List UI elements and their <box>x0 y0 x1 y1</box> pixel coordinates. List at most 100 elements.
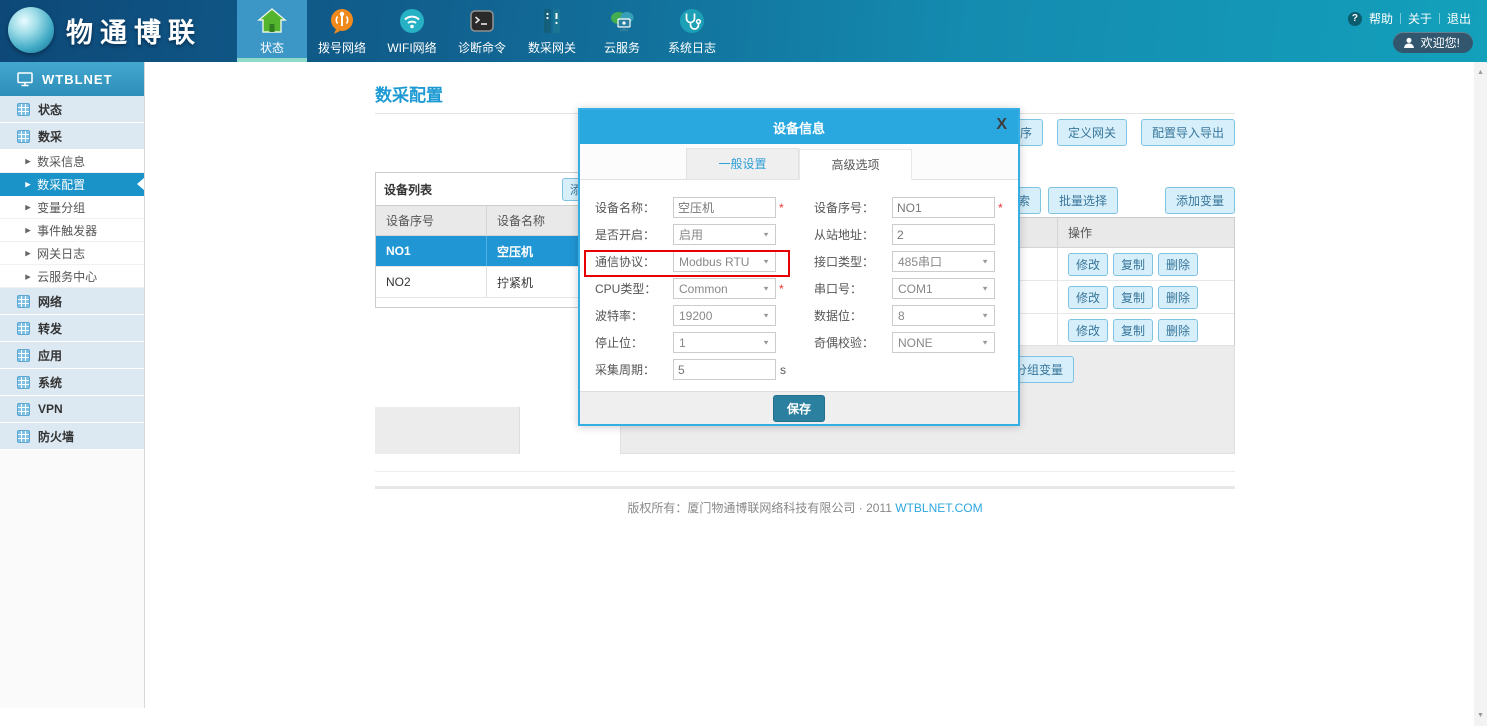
define-gateway-button[interactable]: 定义网关 <box>1057 119 1127 146</box>
logo-text: 物通博联 <box>66 11 202 50</box>
wtblnet-link[interactable]: WTBLNET.COM <box>895 501 982 515</box>
data-bits-select[interactable]: 8▼ <box>892 305 995 326</box>
save-button[interactable]: 保存 <box>773 395 825 422</box>
stop-bits-select[interactable]: 1▼ <box>673 332 776 353</box>
sidebar-item-cloud-center[interactable]: ▶云服务中心 <box>0 265 144 288</box>
sidebar-item-label: 数采配置 <box>37 176 85 193</box>
chevron-down-icon: ▼ <box>762 339 770 346</box>
cpu-type-select[interactable]: Common▼ <box>673 278 776 299</box>
scroll-down-icon[interactable]: ▼ <box>1474 709 1487 722</box>
nav-item-status[interactable]: 状态 <box>237 0 307 62</box>
sidebar-item-da-config[interactable]: ▶数采配置 <box>0 173 144 196</box>
sidebar-item-event-trigger[interactable]: ▶ 事件触发器 <box>0 219 144 242</box>
device-no-cell: NO1 <box>376 244 486 258</box>
sidebar-item-label: 应用 <box>38 347 62 364</box>
com-port-select[interactable]: COM1▼ <box>892 278 995 299</box>
page-title: 数采配置 <box>375 81 443 106</box>
copy-button[interactable]: 复制 <box>1113 253 1153 276</box>
sidebar-item-variable-group[interactable]: ▶变量分组 <box>0 196 144 219</box>
sidebar-item-data-acquisition[interactable]: 数采 <box>0 123 144 150</box>
com-port-label: 串口号： <box>814 280 892 297</box>
edit-button[interactable]: 修改 <box>1068 286 1108 309</box>
device-info-modal: 设备信息 X 一般设置 高级选项 设备名称： * 设备序号： * 是否开启： 启… <box>578 108 1020 426</box>
batch-select-button[interactable]: 批量选择 <box>1048 187 1118 214</box>
welcome-badge[interactable]: 欢迎您! <box>1393 32 1473 53</box>
sidebar-item-gateway-log[interactable]: ▶网关日志 <box>0 242 144 265</box>
vertical-scrollbar[interactable]: ▲ ▼ <box>1474 62 1487 726</box>
config-import-export-button[interactable]: 配置导入导出 <box>1141 119 1235 146</box>
gateway-icon <box>537 6 567 36</box>
select-value: 485串口 <box>898 253 942 270</box>
sidebar-item-label: 事件触发器 <box>37 222 97 239</box>
help-icon: ? <box>1348 12 1362 26</box>
protocol-select[interactable]: Modbus RTU▼ <box>673 251 776 272</box>
edit-button[interactable]: 修改 <box>1068 253 1108 276</box>
nav-label: WIFI网络 <box>387 39 436 56</box>
delete-button[interactable]: 删除 <box>1158 319 1198 342</box>
nav-item-cloud-service[interactable]: 云服务 <box>587 0 657 62</box>
grid-icon <box>17 295 30 308</box>
help-link[interactable]: 帮助 <box>1369 10 1393 27</box>
logout-link[interactable]: 退出 <box>1447 10 1471 27</box>
slave-address-field[interactable] <box>892 224 995 245</box>
required-marker: * <box>998 201 1003 215</box>
device-no-label: 设备序号： <box>814 199 892 216</box>
close-icon[interactable]: X <box>996 117 1007 133</box>
enabled-select[interactable]: 启用▼ <box>673 224 776 245</box>
sidebar-item-label: 变量分组 <box>37 199 85 216</box>
nav-label: 诊断命令 <box>458 39 506 56</box>
copy-button[interactable]: 复制 <box>1113 319 1153 342</box>
edit-button[interactable]: 修改 <box>1068 319 1108 342</box>
sidebar-item-forwarding[interactable]: 转发 <box>0 315 144 342</box>
stop-bits-label: 停止位： <box>595 334 673 351</box>
grid-icon <box>17 322 30 335</box>
select-value: Modbus RTU <box>679 255 749 269</box>
nav-item-dial-network[interactable]: 拨号网络 <box>307 0 377 62</box>
parity-select[interactable]: NONE▼ <box>892 332 995 353</box>
sidebar-item-label: 网络 <box>38 293 62 310</box>
sidebar-item-label: 系统 <box>38 374 62 391</box>
delete-button[interactable]: 删除 <box>1158 253 1198 276</box>
scroll-up-icon[interactable]: ▲ <box>1474 66 1487 79</box>
device-name-field[interactable] <box>673 197 776 218</box>
sidebar-item-da-info[interactable]: ▶数采信息 <box>0 150 144 173</box>
baud-rate-select[interactable]: 19200▼ <box>673 305 776 326</box>
device-name-label: 设备名称： <box>595 199 673 216</box>
sidebar-item-system[interactable]: 系统 <box>0 369 144 396</box>
sidebar-item-network[interactable]: 网络 <box>0 288 144 315</box>
copy-button[interactable]: 复制 <box>1113 286 1153 309</box>
nav-label: 系统日志 <box>668 39 716 56</box>
sidebar-item-vpn[interactable]: VPN <box>0 396 144 423</box>
app-logo: 物通博联 <box>8 7 202 53</box>
sidebar-header: WTBLNET <box>0 62 144 96</box>
select-value: COM1 <box>898 282 933 296</box>
separator <box>1400 13 1401 24</box>
device-no-field[interactable] <box>892 197 995 218</box>
cloud-service-icon <box>607 6 637 36</box>
table-row[interactable]: NO2 拧紧机 <box>376 267 610 298</box>
nav-item-wifi-network[interactable]: WIFI网络 <box>377 0 447 62</box>
add-variable-button[interactable]: 添加变量 <box>1165 187 1235 214</box>
slave-address-label: 从站地址： <box>814 226 892 243</box>
device-list-panel: 设备列表 添加 设备序号 设备名称 NO1 空压机 NO2 拧紧机 <box>375 172 611 308</box>
triangle-icon: ▶ <box>25 226 31 234</box>
nav-item-data-gateway[interactable]: 数采网关 <box>517 0 587 62</box>
tab-general-settings[interactable]: 一般设置 <box>686 148 799 179</box>
nav-label: 云服务 <box>604 39 640 56</box>
delete-button[interactable]: 删除 <box>1158 286 1198 309</box>
sidebar-item-firewall[interactable]: 防火墙 <box>0 423 144 450</box>
welcome-text: 欢迎您! <box>1421 34 1460 51</box>
grid-icon <box>17 349 30 362</box>
sidebar-item-application[interactable]: 应用 <box>0 342 144 369</box>
sidebar-item-status[interactable]: 状态 <box>0 96 144 123</box>
collect-period-field[interactable] <box>673 359 776 380</box>
nav-item-system-log[interactable]: 系统日志 <box>657 0 727 62</box>
nav-item-diagnostic-command[interactable]: 诊断命令 <box>447 0 517 62</box>
logo-sphere-icon <box>8 7 54 53</box>
about-link[interactable]: 关于 <box>1408 10 1432 27</box>
device-no-cell: NO2 <box>376 275 486 289</box>
grid-icon <box>17 130 30 143</box>
interface-type-select[interactable]: 485串口▼ <box>892 251 995 272</box>
table-row[interactable]: NO1 空压机 <box>376 236 610 267</box>
tab-advanced-options[interactable]: 高级选项 <box>799 149 912 180</box>
